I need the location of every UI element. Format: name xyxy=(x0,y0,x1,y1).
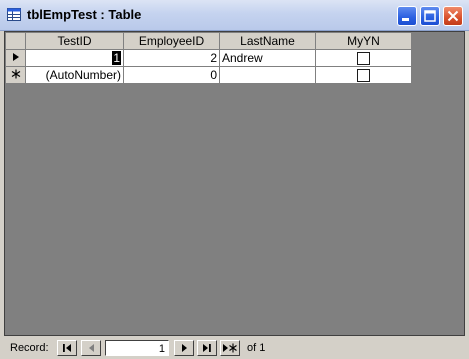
cell-lastname[interactable] xyxy=(219,66,316,84)
first-record-icon xyxy=(63,344,71,352)
table-window: tblEmpTest : Table TestID EmployeeID Las… xyxy=(0,0,469,359)
maximize-icon xyxy=(424,10,436,22)
cell-myyn[interactable] xyxy=(315,66,412,84)
cell-testid[interactable]: (AutoNumber) xyxy=(25,66,124,84)
record-navigation-bar: Record: of 1 xyxy=(4,340,465,357)
window-body: TestID EmployeeID LastName MyYN 1 2 Andr… xyxy=(0,31,469,359)
table-row: 1 2 Andrew xyxy=(5,49,412,67)
record-label: Record: xyxy=(10,342,49,354)
first-record-button[interactable] xyxy=(57,340,77,356)
cell-testid[interactable]: 1 xyxy=(25,49,124,67)
column-header-lastname[interactable]: LastName xyxy=(219,32,316,50)
cell-employeeid[interactable]: 0 xyxy=(123,66,220,84)
cell-testid-value: 1 xyxy=(112,51,121,65)
close-button[interactable] xyxy=(443,6,463,26)
record-selector[interactable] xyxy=(5,66,26,84)
previous-record-icon xyxy=(89,344,94,352)
myyn-checkbox[interactable] xyxy=(357,52,370,66)
table-row: (AutoNumber) 0 xyxy=(5,66,412,84)
last-record-icon xyxy=(203,344,211,352)
cell-lastname[interactable]: Andrew xyxy=(219,49,316,67)
select-all-cell[interactable] xyxy=(5,32,26,50)
new-record-nav-icon xyxy=(223,343,237,353)
next-record-icon xyxy=(182,344,187,352)
current-record-icon xyxy=(12,53,19,61)
table-icon xyxy=(7,8,21,21)
new-record-icon xyxy=(11,69,20,79)
myyn-checkbox[interactable] xyxy=(357,69,370,83)
last-record-button[interactable] xyxy=(197,340,217,356)
record-count: of 1 xyxy=(247,342,266,354)
header-row: TestID EmployeeID LastName MyYN xyxy=(5,32,412,50)
cell-employeeid[interactable]: 2 xyxy=(123,49,220,67)
cell-myyn[interactable] xyxy=(315,49,412,67)
title-bar[interactable]: tblEmpTest : Table xyxy=(0,0,469,31)
new-record-button[interactable] xyxy=(220,340,240,356)
window-title: tblEmpTest : Table xyxy=(27,7,142,22)
record-selector[interactable] xyxy=(5,49,26,67)
minimize-button[interactable] xyxy=(397,6,417,26)
datasheet-table: TestID EmployeeID LastName MyYN 1 2 Andr… xyxy=(5,32,412,84)
minimize-icon xyxy=(402,18,409,21)
datasheet-area: TestID EmployeeID LastName MyYN 1 2 Andr… xyxy=(4,31,465,336)
next-record-button[interactable] xyxy=(174,340,194,356)
column-header-employeeid[interactable]: EmployeeID xyxy=(123,32,220,50)
column-header-myyn[interactable]: MyYN xyxy=(315,32,412,50)
close-icon xyxy=(447,10,459,22)
column-header-testid[interactable]: TestID xyxy=(25,32,124,50)
previous-record-button[interactable] xyxy=(81,340,101,356)
maximize-button[interactable] xyxy=(420,6,440,26)
current-record-input[interactable] xyxy=(105,340,169,356)
